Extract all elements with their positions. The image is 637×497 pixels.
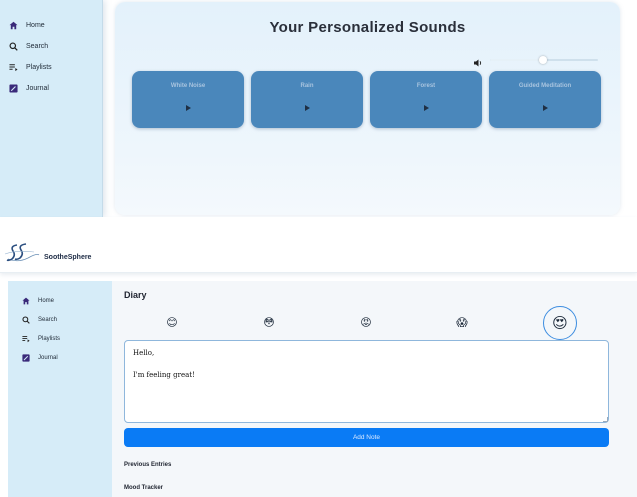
diary-note-input[interactable]: Hello, I'm feeling great! bbox=[124, 340, 609, 423]
sound-card-label: Forest bbox=[416, 83, 436, 89]
playlist-icon bbox=[21, 334, 30, 343]
sound-card-label: White Noise bbox=[170, 83, 206, 89]
sidebar-item-playlists[interactable]: Playlists bbox=[8, 329, 112, 348]
sound-card-rain[interactable]: Rain bbox=[251, 71, 363, 128]
play-icon[interactable] bbox=[543, 105, 548, 111]
sidebar-item-home[interactable]: Home bbox=[0, 15, 102, 36]
flushed-mood-icon[interactable]: 😳 bbox=[256, 310, 282, 336]
sounds-panel: Your Personalized Sounds White Noise Rai… bbox=[115, 2, 620, 215]
sound-card-white-noise[interactable]: White Noise bbox=[132, 71, 244, 128]
sound-card-guided-meditation[interactable]: Guided Meditation bbox=[489, 71, 601, 128]
sidebar-item-label: Playlists bbox=[26, 64, 52, 71]
playlist-icon bbox=[9, 63, 18, 72]
sidebar-item-home[interactable]: Home bbox=[8, 291, 112, 310]
journal-icon bbox=[21, 353, 30, 362]
add-note-button[interactable]: Add Note bbox=[124, 428, 609, 447]
sidebar-item-label: Home bbox=[38, 297, 55, 304]
page-title: Your Personalized Sounds bbox=[269, 19, 466, 36]
sidebar-item-label: Home bbox=[26, 22, 45, 29]
volume-fill bbox=[490, 59, 543, 61]
sidebar-item-journal[interactable]: Journal bbox=[0, 78, 102, 99]
shocked-mood-icon[interactable]: 😱 bbox=[449, 310, 475, 336]
sidebar-item-label: Search bbox=[26, 43, 49, 50]
home-icon bbox=[9, 21, 18, 30]
volume-thumb[interactable] bbox=[538, 56, 547, 64]
play-icon[interactable] bbox=[186, 105, 191, 111]
resize-handle-icon[interactable] bbox=[603, 417, 608, 422]
sound-card-label: Rain bbox=[300, 83, 314, 89]
search-icon bbox=[9, 42, 18, 51]
home-icon bbox=[21, 296, 30, 305]
top-sidebar: Home Search Playlists Journal bbox=[0, 0, 103, 217]
sound-card-label: Guided Meditation bbox=[518, 83, 572, 89]
journal-icon bbox=[9, 84, 18, 93]
mood-tracker-heading: Mood Tracker bbox=[124, 485, 164, 491]
app-header: SootheSphere bbox=[0, 217, 637, 273]
happy-mood-icon[interactable]: 😊 bbox=[159, 310, 185, 336]
play-icon[interactable] bbox=[305, 105, 310, 111]
sidebar-item-journal[interactable]: Journal bbox=[8, 348, 112, 367]
sidebar-item-playlists[interactable]: Playlists bbox=[0, 57, 102, 78]
sidebar-item-label: Journal bbox=[26, 85, 49, 92]
diary-title: Diary bbox=[124, 290, 147, 300]
soothesphere-logo[interactable] bbox=[4, 241, 40, 267]
previous-entries-heading: Previous Entries bbox=[124, 462, 172, 468]
volume-slider[interactable] bbox=[490, 56, 598, 64]
play-icon[interactable] bbox=[424, 105, 429, 111]
sound-card-forest[interactable]: Forest bbox=[370, 71, 482, 128]
brand-name: SootheSphere bbox=[44, 254, 92, 261]
journal-screen: SootheSphere Home Search Playlists Journ… bbox=[0, 217, 637, 497]
mood-selector: 😊 😳 😡 😱 😍 bbox=[112, 306, 637, 340]
speaker-icon[interactable] bbox=[473, 55, 483, 67]
bottom-sidebar: Home Search Playlists Journal bbox=[8, 281, 112, 497]
heart-eyes-mood-icon[interactable]: 😍 bbox=[543, 306, 577, 340]
sidebar-item-label: Journal bbox=[38, 354, 58, 361]
angry-mood-icon[interactable]: 😡 bbox=[353, 310, 379, 336]
sounds-screen: Home Search Playlists Journal Your Perso… bbox=[0, 0, 637, 217]
search-icon bbox=[21, 315, 30, 324]
sidebar-item-label: Search bbox=[38, 316, 58, 323]
sidebar-item-search[interactable]: Search bbox=[8, 310, 112, 329]
sidebar-item-label: Playlists bbox=[38, 335, 61, 342]
diary-panel: Diary 😊 😳 😡 😱 😍 Hello, I'm feeling great… bbox=[112, 281, 637, 497]
sidebar-item-search[interactable]: Search bbox=[0, 36, 102, 57]
